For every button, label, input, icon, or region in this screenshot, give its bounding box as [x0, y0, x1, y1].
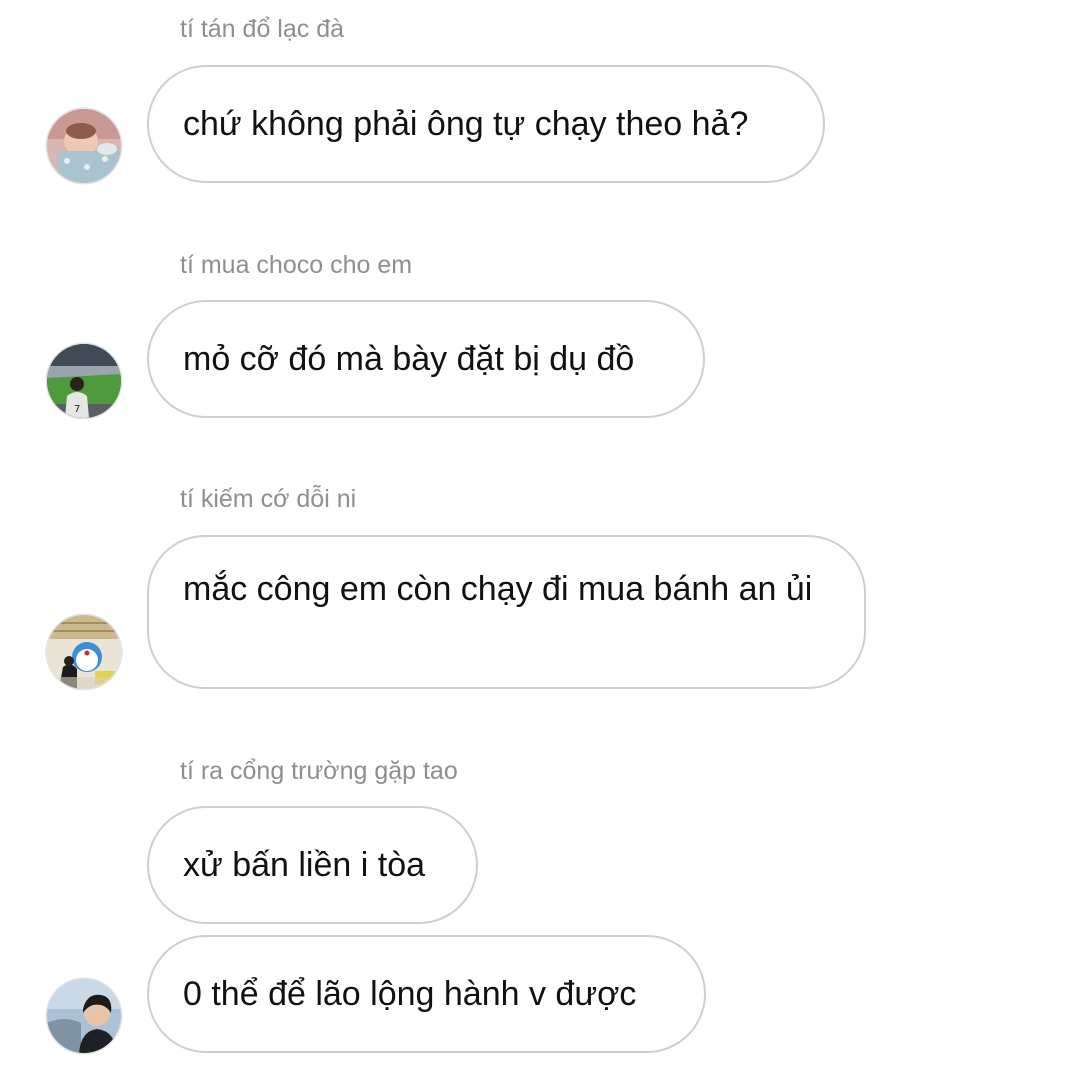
message-bubble[interactable]: mỏ cỡ đó mà bày đặt bị dụ đồ	[147, 300, 705, 418]
message-bubble[interactable]: mắc công em còn chạy đi mua bánh an ủi	[147, 535, 866, 689]
chat-thread: tí tán đổ lạc đà chứ không phải ông tự c…	[0, 0, 1079, 1070]
stadium-fan-avatar-icon[interactable]: 7	[47, 344, 121, 418]
sender-name: tí kiếm cớ dỗi ni	[180, 485, 357, 513]
boy-portrait-avatar-icon[interactable]	[47, 979, 121, 1053]
message-bubble[interactable]: xử bấn liền i tòa	[147, 806, 478, 924]
svg-text:7: 7	[74, 404, 80, 415]
message-bubble[interactable]: chứ không phải ông tự chạy theo hả?	[147, 65, 825, 183]
sleeping-baby-avatar-icon[interactable]	[47, 109, 121, 183]
sender-name: tí tán đổ lạc đà	[180, 15, 345, 43]
doraemon-photo-avatar-icon[interactable]	[47, 615, 121, 689]
sender-name: tí mua choco cho em	[180, 251, 413, 279]
message-bubble[interactable]: 0 thể để lão lộng hành v được	[147, 935, 706, 1053]
sender-name: tí ra cổng trường gặp tao	[180, 757, 458, 785]
